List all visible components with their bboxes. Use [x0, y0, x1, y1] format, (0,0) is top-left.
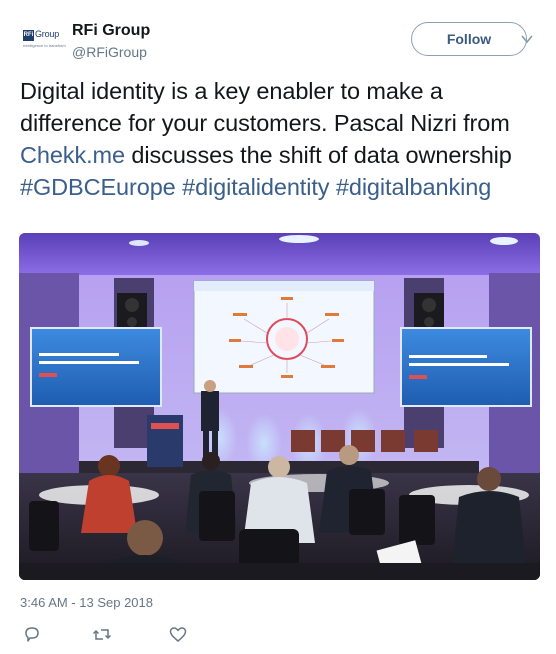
chevron-down-icon[interactable]	[520, 32, 534, 46]
link-domain[interactable]: Chekk.me	[20, 142, 125, 168]
reply-icon[interactable]	[22, 625, 42, 645]
account-handle[interactable]: @RFiGroup	[72, 43, 150, 61]
tweet-header: RFi Group Intelligence to transform RFi …	[20, 14, 540, 60]
tweet-actions	[20, 625, 220, 645]
tweet-text-part: discusses the shift of data ownership	[125, 142, 512, 168]
retweet-icon[interactable]	[92, 625, 112, 645]
tweet-text: Digital identity is a key enabler to mak…	[20, 75, 540, 203]
rfi-logo-wordmark: Group	[35, 29, 60, 39]
heart-icon[interactable]	[168, 625, 188, 645]
display-name[interactable]: RFi Group	[72, 21, 150, 41]
avatar[interactable]: RFi Group Intelligence to transform	[20, 24, 68, 54]
hashtag-digitalbanking[interactable]: #digitalbanking	[336, 174, 491, 200]
follow-button[interactable]: Follow	[411, 22, 527, 56]
tweet-photo[interactable]	[19, 233, 540, 580]
rfi-logo-tagline: Intelligence to transform	[23, 43, 66, 48]
tweet-timestamp[interactable]: 3:46 AM - 13 Sep 2018	[20, 595, 153, 610]
rfi-logo-mark: RFi	[23, 30, 34, 41]
conference-photo	[19, 233, 540, 580]
tweet-text-part: Digital identity is a key enabler to mak…	[20, 78, 510, 136]
hashtag-digitalidentity[interactable]: #digitalidentity	[182, 174, 329, 200]
account-names[interactable]: RFi Group @RFiGroup	[72, 21, 150, 61]
hashtag-gdbceurope[interactable]: #GDBCEurope	[20, 174, 176, 200]
